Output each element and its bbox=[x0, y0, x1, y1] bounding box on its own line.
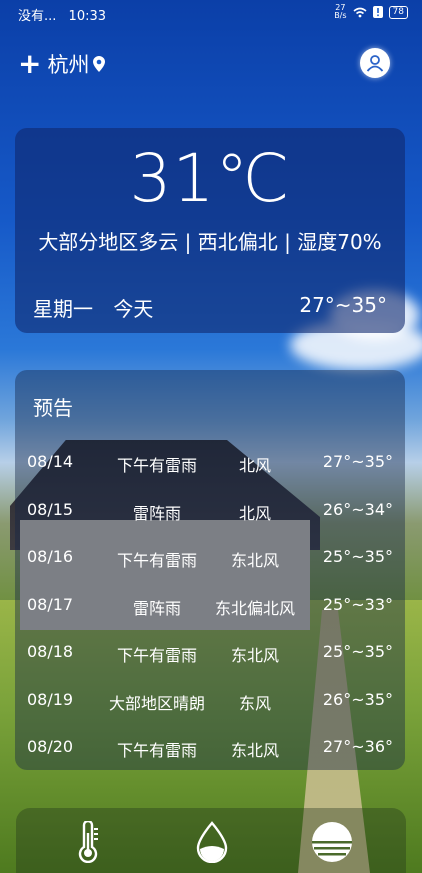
alert-icon bbox=[372, 6, 383, 18]
forecast-wind: 东北偏北风 bbox=[214, 598, 295, 618]
forecast-row[interactable]: 08/17 雷阵雨 东北偏北风 25°~33° bbox=[15, 585, 405, 633]
forecast-temp: 27°~36° bbox=[322, 737, 393, 756]
forecast-row[interactable]: 08/19 大部地区晴朗 东风 26°~35° bbox=[15, 680, 405, 728]
forecast-row[interactable]: 08/16 下午有雷雨 东北风 25°~35° bbox=[15, 537, 405, 585]
forecast-date: 08/17 bbox=[27, 594, 74, 614]
location-pin-icon bbox=[93, 56, 106, 72]
bottom-nav bbox=[16, 808, 406, 873]
profile-button[interactable] bbox=[360, 48, 390, 78]
today-label: 今天 bbox=[113, 297, 154, 321]
current-weather-card: 31℃ 大部分地区多云 | 西北偏北 | 湿度70% 星期一 今天 27°~35… bbox=[15, 128, 405, 333]
forecast-date: 08/18 bbox=[27, 642, 74, 661]
forecast-temp: 26°~35° bbox=[322, 689, 393, 709]
user-icon bbox=[366, 55, 384, 72]
forecast-row[interactable]: 08/20 下午有雷雨 东北风 27°~36° bbox=[15, 727, 405, 775]
carrier-text: 没有... bbox=[18, 9, 57, 24]
forecast-row[interactable]: 08/15 雷阵雨 北风 26°~34° bbox=[15, 490, 405, 538]
forecast-card: 预告 08/14 下午有雷雨 北风 27°~35° 08/15 雷阵雨 北风 2… bbox=[15, 370, 405, 770]
thermometer-icon bbox=[78, 821, 98, 863]
forecast-wind: 东北风 bbox=[230, 551, 279, 570]
wifi-icon bbox=[353, 7, 367, 17]
nav-sun[interactable] bbox=[310, 820, 354, 864]
forecast-temp: 25°~35° bbox=[322, 547, 393, 566]
current-condition: 大部分地区多云 | 西北偏北 | 湿度70% bbox=[38, 230, 382, 254]
forecast-wind: 北风 bbox=[238, 456, 271, 475]
nav-temperature[interactable] bbox=[66, 820, 110, 864]
forecast-date: 08/15 bbox=[27, 499, 74, 519]
forecast-date: 08/16 bbox=[27, 547, 74, 566]
clock: 10:33 bbox=[68, 9, 107, 24]
nav-humidity[interactable] bbox=[190, 820, 234, 864]
today-temp-range: 27°~35° bbox=[299, 293, 387, 317]
add-city-button[interactable]: + bbox=[18, 50, 41, 78]
forecast-row[interactable]: 08/18 下午有雷雨 东北风 25°~35° bbox=[15, 632, 405, 680]
network-speed: 27 B/s bbox=[334, 3, 347, 20]
forecast-wind: 东北风 bbox=[230, 646, 279, 665]
forecast-list: 08/14 下午有雷雨 北风 27°~35° 08/15 雷阵雨 北风 26°~… bbox=[15, 442, 405, 775]
forecast-temp: 25°~33° bbox=[322, 594, 393, 614]
forecast-row[interactable]: 08/14 下午有雷雨 北风 27°~35° bbox=[15, 442, 405, 490]
location-header: + 杭州 bbox=[18, 48, 106, 80]
status-bar: 没有... 10:33 27 B/s 78 bbox=[0, 0, 422, 26]
forecast-date: 08/19 bbox=[27, 689, 74, 709]
forecast-temp: 27°~35° bbox=[322, 452, 393, 471]
forecast-title: 预告 bbox=[33, 396, 73, 420]
current-day: 星期一 今天 bbox=[33, 293, 167, 322]
sunset-icon bbox=[312, 822, 352, 862]
forecast-wind: 东北风 bbox=[230, 741, 279, 760]
battery-indicator: 78 bbox=[388, 5, 408, 19]
water-drop-icon bbox=[196, 821, 228, 863]
forecast-temp: 26°~34° bbox=[322, 499, 393, 519]
forecast-temp: 25°~35° bbox=[322, 642, 393, 661]
forecast-wind: 北风 bbox=[238, 503, 271, 523]
current-temperature: 31℃ bbox=[129, 140, 291, 217]
city-name[interactable]: 杭州 bbox=[47, 49, 89, 79]
forecast-date: 08/20 bbox=[27, 737, 74, 756]
forecast-date: 08/14 bbox=[27, 452, 74, 471]
weekday-label: 星期一 bbox=[33, 297, 93, 321]
forecast-wind: 东风 bbox=[238, 693, 271, 713]
